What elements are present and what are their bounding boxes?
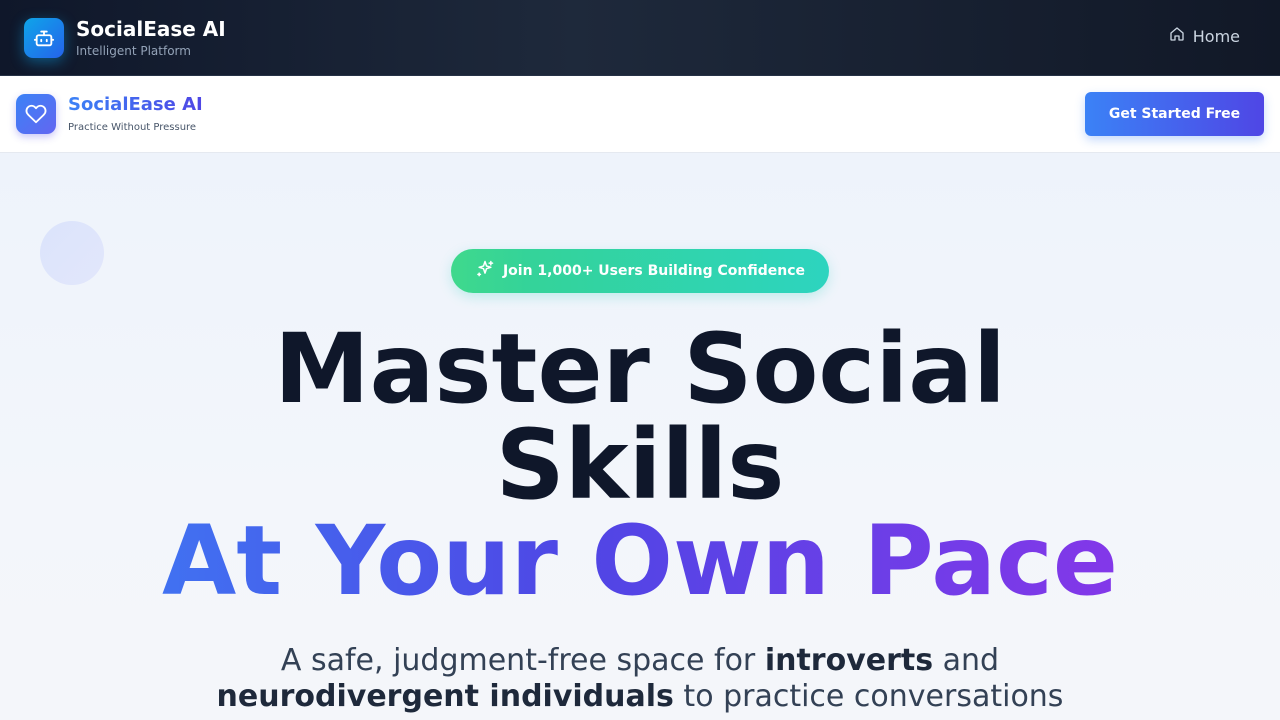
- decorative-circle: [40, 221, 104, 285]
- desc-bold-introverts: introverts: [764, 643, 934, 678]
- desc-part1: A safe, judgment-free space for: [280, 643, 765, 678]
- home-icon: [1169, 26, 1185, 46]
- site-tagline: Practice Without Pressure: [68, 121, 197, 133]
- hero-description: A safe, judgment-free space for introver…: [140, 643, 1140, 715]
- app-header: SocialEase AI Intelligent Platform Home: [0, 0, 1280, 76]
- app-subtitle: Intelligent Platform: [76, 43, 191, 58]
- home-link-label: Home: [1192, 26, 1240, 46]
- site-brand-name: SocialEase AI: [68, 93, 203, 115]
- desc-part2: and: [933, 643, 1000, 678]
- app-branding: SocialEase AI Intelligent Platform: [76, 17, 226, 59]
- app-title: SocialEase AI: [76, 16, 226, 41]
- sparkles-icon: [475, 259, 495, 283]
- hero-title: Master Social Skills At Your Own Pace: [0, 321, 1280, 609]
- desc-bold-neurodivergent: neurodivergent individuals: [216, 679, 674, 714]
- get-started-button[interactable]: Get Started Free: [1085, 92, 1264, 136]
- hero-section: Join 1,000+ Users Building Confidence Ma…: [0, 153, 1280, 720]
- heart-icon[interactable]: [16, 94, 56, 134]
- site-nav: SocialEase AI Practice Without Pressure …: [0, 76, 1280, 153]
- badge-text: Join 1,000+ Users Building Confidence: [502, 263, 806, 279]
- home-link[interactable]: Home: [1169, 26, 1240, 46]
- hero-title-accent: At Your Own Pace: [0, 513, 1280, 609]
- site-branding[interactable]: SocialEase AI Practice Without Pressure: [68, 94, 203, 135]
- social-proof-badge: Join 1,000+ Users Building Confidence: [451, 249, 829, 293]
- robot-icon: [24, 17, 64, 58]
- desc-part3: to practice conversations: [673, 679, 1064, 714]
